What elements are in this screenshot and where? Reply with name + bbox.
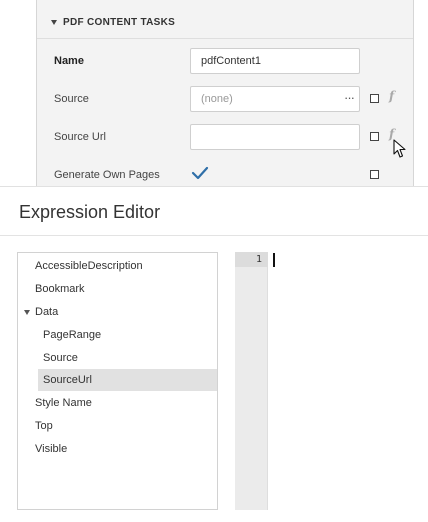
tree-item-data[interactable]: Data <box>18 301 217 323</box>
line-number-gutter: 1 <box>235 252 268 510</box>
field-tree[interactable]: AccessibleDescription Bookmark Data Page… <box>17 252 218 510</box>
expression-editor-title: Expression Editor <box>19 202 161 222</box>
source-placeholder: (none) <box>201 93 233 105</box>
mouse-pointer-icon <box>393 139 407 164</box>
properties-panel: PDF CONTENT TASKS Name pdfContent1 Sourc… <box>36 0 414 196</box>
source-url-binding-checkbox[interactable] <box>370 132 379 141</box>
expression-editor-header: Expression Editor <box>0 186 428 236</box>
tree-item-label: Style Name <box>35 397 92 409</box>
tree-item-accessibledescription[interactable]: AccessibleDescription <box>18 255 217 277</box>
name-input[interactable]: pdfContent1 <box>190 48 360 74</box>
section-divider <box>37 38 413 39</box>
source-label: Source <box>54 93 89 105</box>
generate-own-pages-binding-checkbox[interactable] <box>370 170 379 179</box>
tree-item-label: Source <box>43 352 78 364</box>
tree-item-label: AccessibleDescription <box>35 260 143 272</box>
section-title: PDF CONTENT TASKS <box>63 16 176 28</box>
tree-item-label: Data <box>35 306 59 318</box>
source-select[interactable]: (none) ··· <box>190 86 360 112</box>
text-caret <box>273 253 275 267</box>
header-divider <box>0 235 428 236</box>
tree-item-sourceurl[interactable]: SourceUrl <box>38 369 217 391</box>
checkmark-icon <box>191 166 209 180</box>
tree-item-top[interactable]: Top <box>18 415 217 437</box>
tree-item-pagerange[interactable]: PageRange <box>18 324 217 346</box>
source-url-label: Source Url <box>54 131 106 143</box>
generate-own-pages-checkbox[interactable] <box>190 163 210 183</box>
tree-item-visible[interactable]: Visible <box>18 438 217 460</box>
tree-item-style-name[interactable]: Style Name <box>18 392 217 414</box>
tree-item-label: PageRange <box>43 329 102 341</box>
ellipsis-button[interactable]: ··· <box>344 91 355 104</box>
collapse-caret-icon[interactable] <box>51 19 57 25</box>
name-value: pdfContent1 <box>201 55 261 67</box>
expression-code-editor[interactable]: 1 <box>235 252 428 510</box>
source-binding-checkbox[interactable] <box>370 94 379 103</box>
tree-item-label: SourceUrl <box>43 374 92 386</box>
source-url-input[interactable] <box>190 124 360 150</box>
name-label: Name <box>54 55 84 67</box>
tree-item-source[interactable]: Source <box>18 347 217 369</box>
tree-item-label: Bookmark <box>35 283 85 295</box>
tree-item-label: Visible <box>35 443 68 455</box>
tree-item-label: Top <box>35 420 53 432</box>
expand-caret-icon[interactable] <box>24 310 30 315</box>
line-number: 1 <box>235 252 268 267</box>
generate-own-pages-label: Generate Own Pages <box>54 169 160 181</box>
tree-item-bookmark[interactable]: Bookmark <box>18 278 217 300</box>
source-expression-fx-icon[interactable]: f <box>389 89 394 103</box>
section-header[interactable]: PDF CONTENT TASKS <box>51 15 175 29</box>
